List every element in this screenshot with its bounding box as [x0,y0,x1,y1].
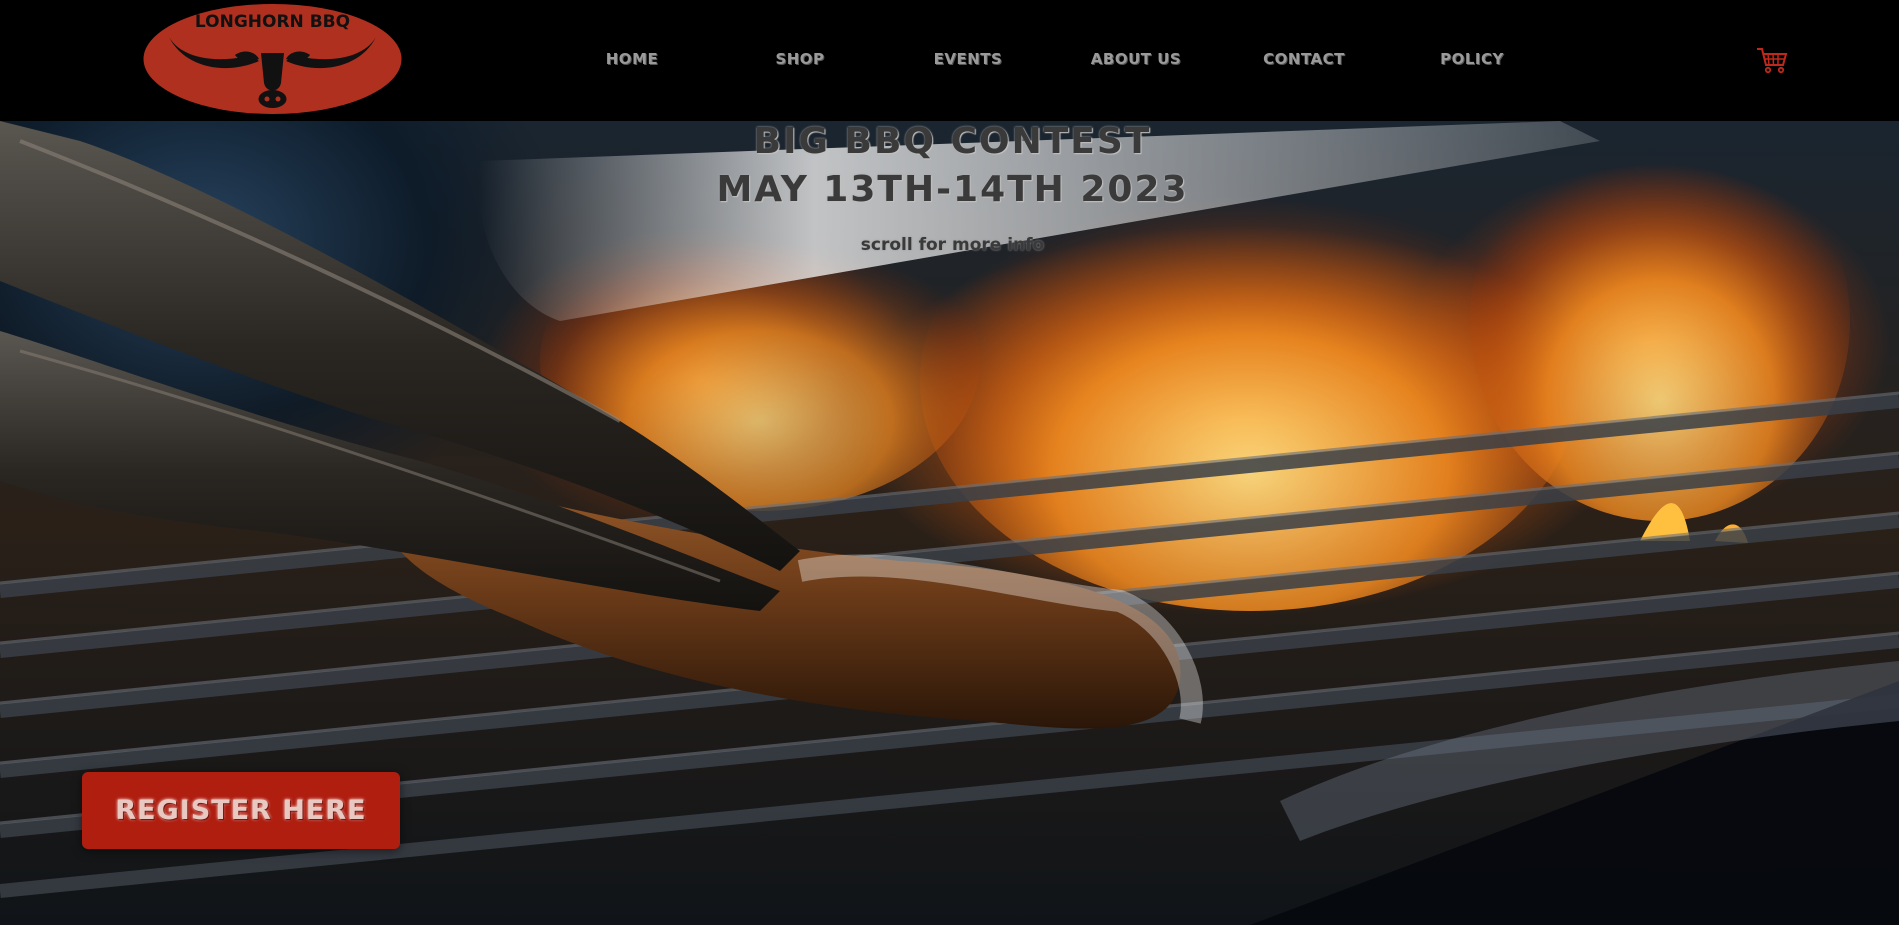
scroll-hint-link[interactable]: scroll for more info [3,235,1899,255]
logo-text: LONGHORN BBQ [195,12,350,32]
hero-title-contest: BIG BBQ CONTEST [753,121,1152,162]
nav-events[interactable]: EVENTS [934,50,1003,68]
cart-icon[interactable] [1756,46,1788,74]
longhorn-bbq-logo[interactable]: LONGHORN BBQ [143,3,402,115]
nav-about-us[interactable]: ABOUT US [1091,50,1181,68]
nav-shop[interactable]: SHOP [775,50,824,68]
hero-section: BIG BBQ CONTEST MAY 13TH-14TH 2023 scrol… [0,121,1899,925]
hero-title-dates: MAY 13TH-14TH 2023 [716,169,1189,210]
nav-policy[interactable]: POLICY [1440,50,1504,68]
site-header: LONGHORN BBQ HOME SHOP EVENTS ABOUT US C… [0,0,1899,121]
nav-contact[interactable]: CONTACT [1263,50,1345,68]
register-button[interactable]: REGISTER HERE [82,772,400,849]
nav-home[interactable]: HOME [606,50,658,68]
